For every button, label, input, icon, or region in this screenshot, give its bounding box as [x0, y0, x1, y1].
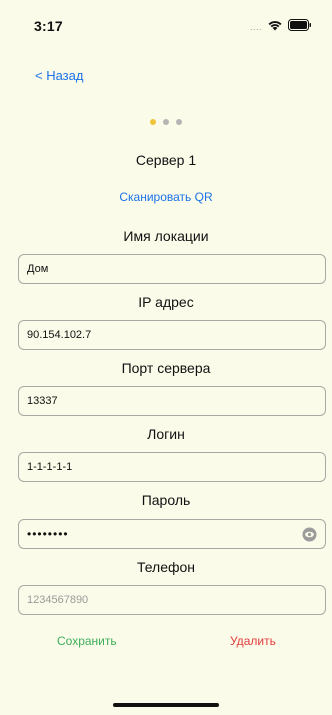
- page-indicator: [0, 119, 332, 125]
- ip-value: 90.154.102.7: [27, 329, 92, 341]
- password-field[interactable]: ••••••••: [18, 519, 326, 549]
- port-value: 13337: [27, 395, 58, 407]
- password-value: ••••••••: [27, 527, 69, 541]
- home-indicator: [113, 703, 219, 707]
- eye-icon[interactable]: [301, 526, 317, 542]
- scan-qr-button[interactable]: Сканировать QR: [0, 190, 332, 204]
- back-button[interactable]: < Назад: [35, 68, 83, 83]
- ip-label: IP адрес: [138, 294, 194, 310]
- login-label: Логин: [147, 426, 185, 442]
- phone-placeholder: 1234567890: [27, 594, 89, 606]
- phone-label: Телефон: [136, 559, 196, 575]
- port-field[interactable]: 13337: [18, 386, 326, 416]
- save-button[interactable]: Сохранить: [57, 634, 117, 648]
- login-value: 1-1-1-1-1: [27, 461, 73, 473]
- ip-field[interactable]: 90.154.102.7: [18, 320, 326, 350]
- signal-icon: ....: [249, 22, 262, 32]
- location-value: Дом: [27, 263, 49, 275]
- location-label: Имя локации: [123, 228, 209, 244]
- wifi-icon: [267, 18, 283, 36]
- action-bar: Сохранить Удалить: [0, 634, 332, 654]
- page-dot: [163, 119, 169, 125]
- status-bar: 3:17 ....: [0, 0, 332, 44]
- port-label: Порт сервера: [121, 360, 211, 376]
- page-dot: [176, 119, 182, 125]
- password-label: Пароль: [141, 492, 191, 508]
- login-field[interactable]: 1-1-1-1-1: [18, 452, 326, 482]
- page-dot-active: [150, 119, 156, 125]
- server-title: Сервер 1: [135, 152, 197, 168]
- delete-button[interactable]: Удалить: [230, 634, 276, 648]
- phone-field[interactable]: 1234567890: [18, 585, 326, 615]
- status-indicators: ....: [250, 18, 312, 36]
- battery-icon: [288, 18, 312, 36]
- status-time: 3:17: [34, 18, 63, 34]
- location-field[interactable]: Дом: [18, 254, 326, 284]
